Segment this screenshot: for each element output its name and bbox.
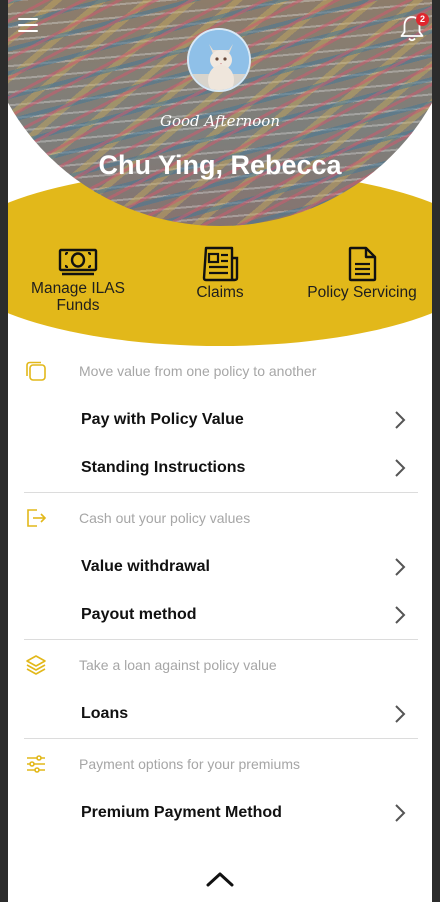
sliders-icon [27, 755, 45, 773]
chevron-right-icon [395, 558, 406, 576]
chevron-right-icon [395, 459, 406, 477]
avatar[interactable] [187, 28, 251, 92]
loans-item[interactable]: Loans [24, 690, 418, 738]
section-header: Cash out your policy values [24, 493, 418, 543]
notification-badge: 2 [416, 13, 429, 26]
section-title: Cash out your policy values [79, 510, 251, 526]
list-item-label: Premium Payment Method [81, 804, 282, 821]
claims-button[interactable]: Claims [150, 246, 290, 301]
list-item-label: Pay with Policy Value [81, 411, 244, 428]
quick-action-label: Policy Servicing [307, 284, 417, 301]
premium-payment-method-item[interactable]: Premium Payment Method [24, 789, 418, 837]
section-header: Take a loan against policy value [24, 640, 418, 690]
section-title: Payment options for your premiums [79, 756, 300, 772]
section-header: Move value from one policy to another [24, 346, 418, 396]
document-icon [348, 246, 377, 282]
layers-icon [26, 655, 46, 675]
chevron-right-icon [395, 606, 406, 624]
chevron-right-icon [395, 705, 406, 723]
chevron-right-icon [395, 804, 406, 822]
section-header: Payment options for your premiums [24, 739, 418, 789]
hamburger-menu-icon[interactable] [18, 18, 38, 38]
section-title: Take a loan against policy value [79, 657, 277, 673]
newspaper-icon [202, 246, 239, 282]
list-item-label: Payout method [81, 606, 197, 623]
chevron-right-icon [395, 411, 406, 429]
copy-icon [26, 361, 46, 381]
list-item-label: Loans [81, 705, 129, 722]
section-title: Move value from one policy to another [79, 363, 317, 379]
manage-ilas-funds-button[interactable]: Manage ILAS Funds [8, 246, 148, 314]
service-list: Move value from one policy to another Pa… [24, 346, 418, 837]
value-withdrawal-item[interactable]: Value withdrawal [24, 543, 418, 591]
policy-servicing-button[interactable]: Policy Servicing [292, 246, 432, 301]
user-name: Chu Ying, Rebecca [98, 150, 342, 180]
list-item-label: Standing Instructions [81, 459, 246, 476]
list-item-label: Value withdrawal [81, 558, 210, 575]
chevron-up-icon[interactable] [204, 868, 236, 890]
app-screen: 2 Good Afternoon Chu Ying, Rebecca Manag… [8, 0, 432, 902]
sign-out-icon [27, 509, 47, 527]
quick-action-label: Claims [196, 284, 244, 301]
payout-method-item[interactable]: Payout method [24, 591, 418, 639]
standing-instructions-item[interactable]: Standing Instructions [24, 444, 418, 492]
quick-action-label: Manage ILAS Funds [31, 280, 125, 314]
greeting-text: Good Afternoon [160, 112, 280, 130]
pay-with-policy-value-item[interactable]: Pay with Policy Value [24, 396, 418, 444]
cash-icon [58, 248, 98, 276]
